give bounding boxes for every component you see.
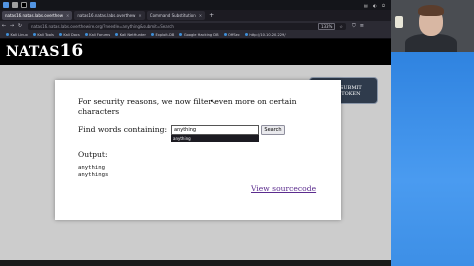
url-bar[interactable]: natas16.natas.labs.overthewire.org/?need… (28, 22, 346, 30)
bookmark-item[interactable]: Kali Forums (85, 33, 110, 37)
os-taskbar: ▤ ◐ ⏻ (0, 0, 391, 10)
new-tab-icon[interactable]: + (209, 12, 214, 19)
bookmarks-bar: Kali Linux Kali Tools Kali Docs Kali For… (0, 31, 391, 39)
autocomplete-suggestion[interactable]: anything (171, 135, 259, 142)
kali-menu-icon[interactable] (3, 2, 9, 8)
close-icon[interactable]: ✕ (138, 13, 141, 18)
bookmark-item[interactable]: Kali Linux (6, 33, 28, 37)
presenter-body (405, 34, 457, 52)
tab-natas16-2[interactable]: natas16.natas.labs.overthew ✕ (74, 11, 145, 20)
tab-label: Command Substitution (149, 13, 196, 18)
browser-nav-bar: ← → ↻ natas16.natas.labs.overthewire.org… (0, 21, 391, 31)
zoom-level[interactable]: 133% (317, 22, 336, 30)
reload-icon[interactable]: ↻ (16, 23, 24, 29)
bookmark-item[interactable]: Kali NetHunter (115, 33, 146, 37)
back-arrow-icon[interactable]: ← (0, 23, 8, 29)
presenter-hair (418, 5, 444, 16)
submit-token-label: SUBMIT TOKEN (340, 85, 362, 97)
filter-message: For security reasons, we now filter even… (78, 97, 297, 116)
tab-command-substitution[interactable]: Command Substitution ✕ (146, 11, 206, 20)
bookmark-item[interactable]: Kali Tools (33, 33, 54, 37)
toolbar-icons[interactable]: ⛉≡ (352, 23, 368, 29)
view-sourcecode-link[interactable]: View sourcecode (251, 184, 316, 193)
url-text: natas16.natas.labs.overthewire.org/?need… (31, 23, 174, 29)
tab-label: natas16.natas.labs.overthew (5, 13, 64, 18)
bookmark-item[interactable]: Kali Docs (59, 33, 79, 37)
web-page: NATAS16 WeChall SUBMIT TOKEN For securit… (0, 39, 391, 260)
content-box: For security reasons, we now filter even… (55, 80, 341, 220)
terminal-icon[interactable] (21, 2, 27, 8)
level-number: 16 (59, 41, 84, 61)
webcam-overlay (391, 0, 474, 52)
desktop-background (391, 52, 474, 266)
lamp-icon (395, 16, 403, 28)
bottom-bar (0, 260, 391, 266)
firefox-icon[interactable] (30, 2, 36, 8)
natas-header: NATAS16 (0, 39, 391, 65)
tab-natas16[interactable]: natas16.natas.labs.overthew ✕ (2, 11, 73, 20)
bookmark-item[interactable]: Google Hacking DB (179, 33, 219, 37)
needle-input[interactable] (171, 125, 259, 135)
submit-token-line2: TOKEN (341, 90, 361, 97)
output-text: anything anythings (78, 165, 109, 178)
page-title: NATAS16 (6, 41, 83, 61)
mouse-cursor-icon: ↖ (210, 98, 216, 106)
bookmark-item[interactable]: Exploit-DB (151, 33, 175, 37)
bookmark-item[interactable]: http://10.10.20.229/ (245, 33, 285, 37)
find-words-label: Find words containing: (78, 125, 168, 134)
close-icon[interactable]: ✕ (199, 13, 202, 18)
close-icon[interactable]: ✕ (66, 13, 69, 18)
forward-arrow-icon[interactable]: → (8, 23, 16, 29)
submit-token-line1: SUBMIT (340, 84, 362, 91)
bookmark-item[interactable]: OffSec (224, 33, 240, 37)
file-manager-icon[interactable] (12, 2, 18, 8)
system-tray[interactable]: ▤ ◐ ⏻ (364, 3, 387, 8)
search-button[interactable]: Search (261, 125, 285, 135)
tab-label: natas16.natas.labs.overthew (77, 13, 136, 18)
bookmark-star-icon[interactable]: ☆ (339, 24, 343, 29)
output-label: Output: (78, 150, 108, 159)
brand-text: NATAS (6, 44, 60, 60)
browser-tab-bar: natas16.natas.labs.overthew ✕ natas16.na… (0, 10, 391, 21)
